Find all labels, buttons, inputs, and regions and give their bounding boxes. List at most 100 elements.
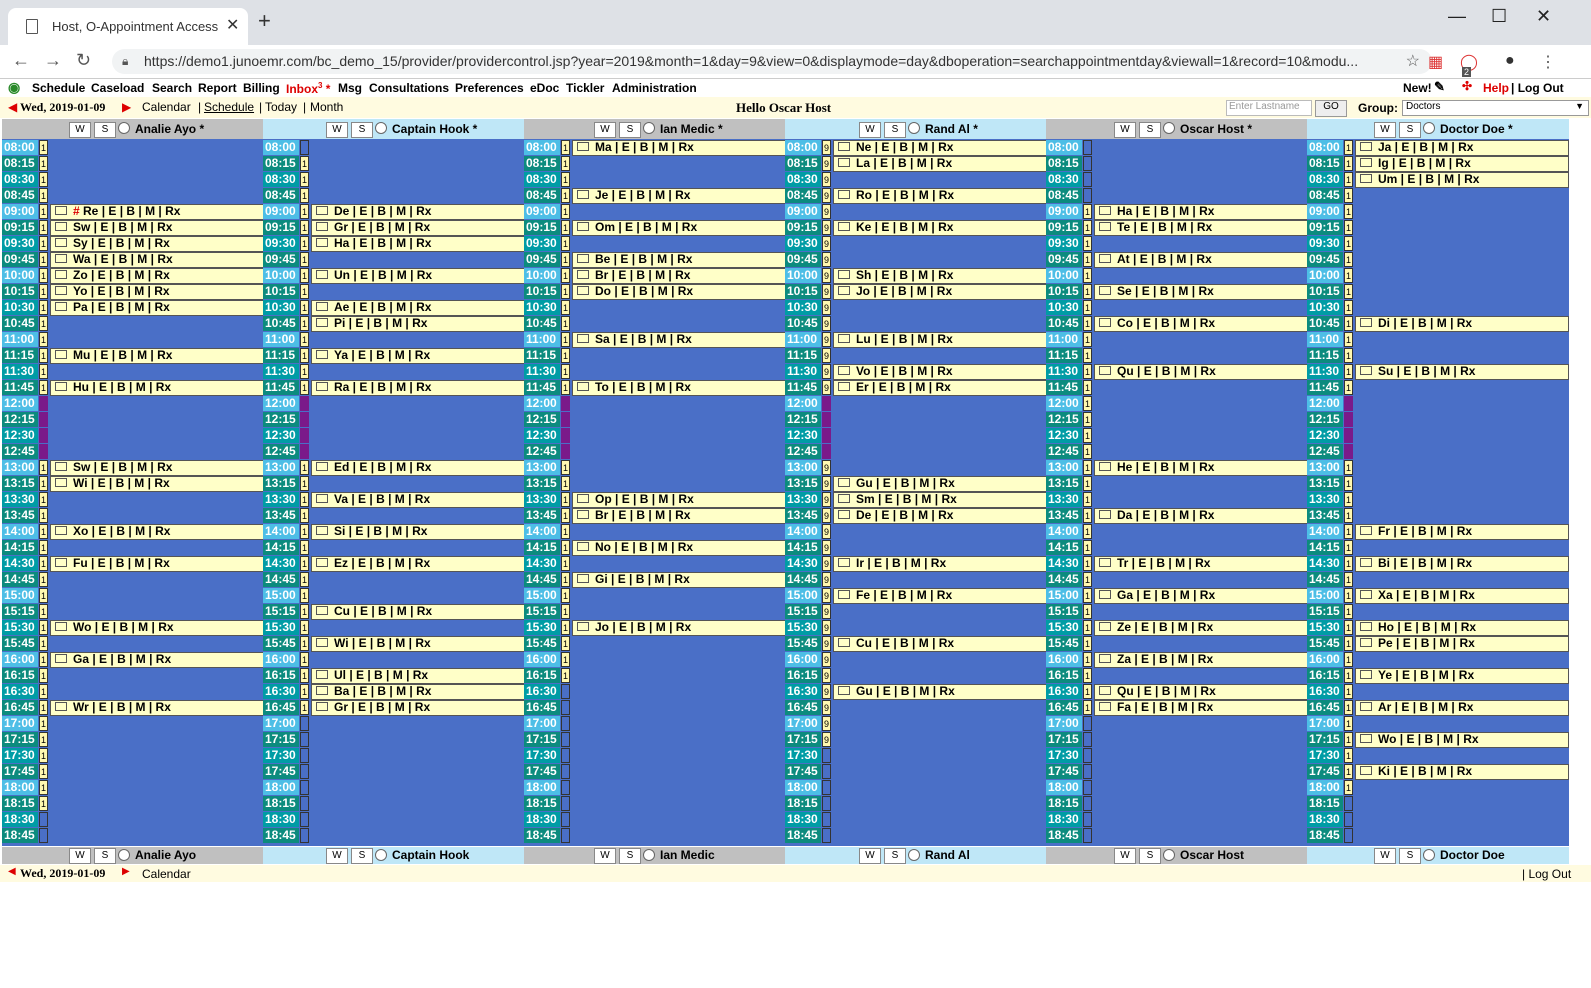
- appointment[interactable]: Ga | E | B | M | Rx: [50, 652, 264, 668]
- time-slot[interactable]: 11:15: [1046, 348, 1082, 363]
- folder-icon[interactable]: [55, 270, 67, 280]
- appointment[interactable]: Wa | E | B | M | Rx: [50, 252, 264, 268]
- calendar-extension-icon[interactable]: ▦: [1428, 52, 1443, 72]
- time-slot[interactable]: 12:15: [2, 412, 38, 427]
- schedule-view-button[interactable]: S: [884, 122, 906, 138]
- time-slot[interactable]: 11:30: [1046, 364, 1082, 379]
- folder-icon[interactable]: [1360, 638, 1372, 648]
- time-slot[interactable]: 13:15: [1046, 476, 1082, 491]
- folder-icon[interactable]: [316, 462, 328, 472]
- time-slot[interactable]: 16:15: [263, 668, 299, 683]
- folder-icon[interactable]: [316, 686, 328, 696]
- appointment[interactable]: Qu | E | B | M | Rx: [1094, 684, 1308, 700]
- provider-radio[interactable]: [1163, 849, 1175, 861]
- appointment[interactable]: Pa | E | B | M | Rx: [50, 300, 264, 316]
- time-slot[interactable]: 08:00: [524, 140, 560, 155]
- provider-name[interactable]: Oscar Host: [1180, 848, 1244, 862]
- appointment[interactable]: Si | E | B | M | Rx: [311, 524, 525, 540]
- time-slot[interactable]: 15:00: [2, 588, 38, 603]
- appointment[interactable]: Je | E | B | M | Rx: [572, 188, 786, 204]
- appointment[interactable]: He | E | B | M | Rx: [1094, 460, 1308, 476]
- time-slot[interactable]: 18:30: [1046, 812, 1082, 827]
- time-slot[interactable]: 11:00: [524, 332, 560, 347]
- group-select[interactable]: Doctors ▼: [1402, 100, 1589, 116]
- time-slot[interactable]: 09:00: [1046, 204, 1082, 219]
- appointment[interactable]: Tr | E | B | M | Rx: [1094, 556, 1308, 572]
- time-slot[interactable]: 12:45: [785, 444, 821, 459]
- time-slot[interactable]: 18:15: [2, 796, 38, 811]
- today-link[interactable]: Today: [265, 100, 297, 114]
- folder-icon[interactable]: [1099, 510, 1111, 520]
- time-slot[interactable]: 09:30: [263, 236, 299, 251]
- time-slot[interactable]: 13:15: [524, 476, 560, 491]
- folder-icon[interactable]: [55, 702, 67, 712]
- folder-icon[interactable]: [838, 270, 850, 280]
- time-slot[interactable]: 17:45: [1046, 764, 1082, 779]
- schedule-view-button[interactable]: S: [1399, 848, 1421, 864]
- menu-report[interactable]: Report: [198, 81, 237, 95]
- folder-icon[interactable]: [838, 366, 850, 376]
- folder-icon[interactable]: [316, 222, 328, 232]
- time-slot[interactable]: 10:45: [785, 316, 821, 331]
- time-slot[interactable]: 15:30: [785, 620, 821, 635]
- time-slot[interactable]: 15:00: [1307, 588, 1343, 603]
- folder-icon[interactable]: [316, 318, 328, 328]
- appointment[interactable]: Op | E | B | M | Rx: [572, 492, 786, 508]
- time-slot[interactable]: 13:45: [1046, 508, 1082, 523]
- appointment[interactable]: Cu | E | B | M | Rx: [833, 636, 1047, 652]
- folder-icon[interactable]: [577, 190, 589, 200]
- time-slot[interactable]: 16:45: [524, 700, 560, 715]
- time-slot[interactable]: 10:45: [1046, 316, 1082, 331]
- folder-icon[interactable]: [1099, 702, 1111, 712]
- time-slot[interactable]: 09:45: [1307, 252, 1343, 267]
- footer-logout-link[interactable]: | Log Out: [1522, 867, 1571, 881]
- time-slot[interactable]: 16:45: [2, 700, 38, 715]
- time-slot[interactable]: 09:30: [1046, 236, 1082, 251]
- time-slot[interactable]: 13:00: [2, 460, 38, 475]
- time-slot[interactable]: 12:45: [263, 444, 299, 459]
- browser-tab[interactable]: Host, O-Appointment Access ✕: [8, 8, 248, 45]
- appointment[interactable]: Zo | E | B | M | Rx: [50, 268, 264, 284]
- time-slot[interactable]: 12:45: [1046, 444, 1082, 459]
- month-link[interactable]: Month: [310, 100, 343, 114]
- time-slot[interactable]: 15:00: [1046, 588, 1082, 603]
- appointment[interactable]: Ma | E | B | M | Rx: [572, 140, 786, 156]
- time-slot[interactable]: 18:45: [524, 828, 560, 843]
- schedule-view-button[interactable]: S: [1399, 122, 1421, 138]
- folder-icon[interactable]: [55, 654, 67, 664]
- time-slot[interactable]: 08:00: [1307, 140, 1343, 155]
- appointment[interactable]: Ra | E | B | M | Rx: [311, 380, 525, 396]
- schedule-view-button[interactable]: S: [94, 848, 116, 864]
- time-slot[interactable]: 14:15: [785, 540, 821, 555]
- time-slot[interactable]: 08:30: [524, 172, 560, 187]
- folder-icon[interactable]: [55, 462, 67, 472]
- appointment[interactable]: Er | E | B | M | Rx: [833, 380, 1047, 396]
- appointment[interactable]: Za | E | B | M | Rx: [1094, 652, 1308, 668]
- folder-icon[interactable]: [55, 382, 67, 392]
- time-slot[interactable]: 09:30: [1307, 236, 1343, 251]
- time-slot[interactable]: 12:30: [2, 428, 38, 443]
- appointment[interactable]: Ne | E | B | M | Rx: [833, 140, 1047, 156]
- time-slot[interactable]: 17:30: [785, 748, 821, 763]
- time-slot[interactable]: 11:45: [524, 380, 560, 395]
- folder-icon[interactable]: [1099, 654, 1111, 664]
- time-slot[interactable]: 08:45: [1307, 188, 1343, 203]
- folder-icon[interactable]: [838, 286, 850, 296]
- provider-radio[interactable]: [375, 122, 387, 134]
- time-slot[interactable]: 18:45: [1307, 828, 1343, 843]
- provider-radio[interactable]: [643, 122, 655, 134]
- appointment[interactable]: Wo | E | B | M | Rx: [1355, 732, 1569, 748]
- folder-icon[interactable]: [1360, 158, 1372, 168]
- time-slot[interactable]: 12:15: [785, 412, 821, 427]
- appointment[interactable]: Vo | E | B | M | Rx: [833, 364, 1047, 380]
- folder-icon[interactable]: [1099, 558, 1111, 568]
- appointment[interactable]: Mu | E | B | M | Rx: [50, 348, 264, 364]
- time-slot[interactable]: 13:00: [1046, 460, 1082, 475]
- time-slot[interactable]: 13:30: [785, 492, 821, 507]
- folder-icon[interactable]: [1099, 590, 1111, 600]
- time-slot[interactable]: 14:30: [2, 556, 38, 571]
- time-slot[interactable]: 09:45: [2, 252, 38, 267]
- time-slot[interactable]: 09:45: [1046, 252, 1082, 267]
- time-slot[interactable]: 17:30: [1046, 748, 1082, 763]
- url-field[interactable]: 🔒︎ https://demo1.junoemr.com/bc_demo_15/…: [112, 49, 1432, 74]
